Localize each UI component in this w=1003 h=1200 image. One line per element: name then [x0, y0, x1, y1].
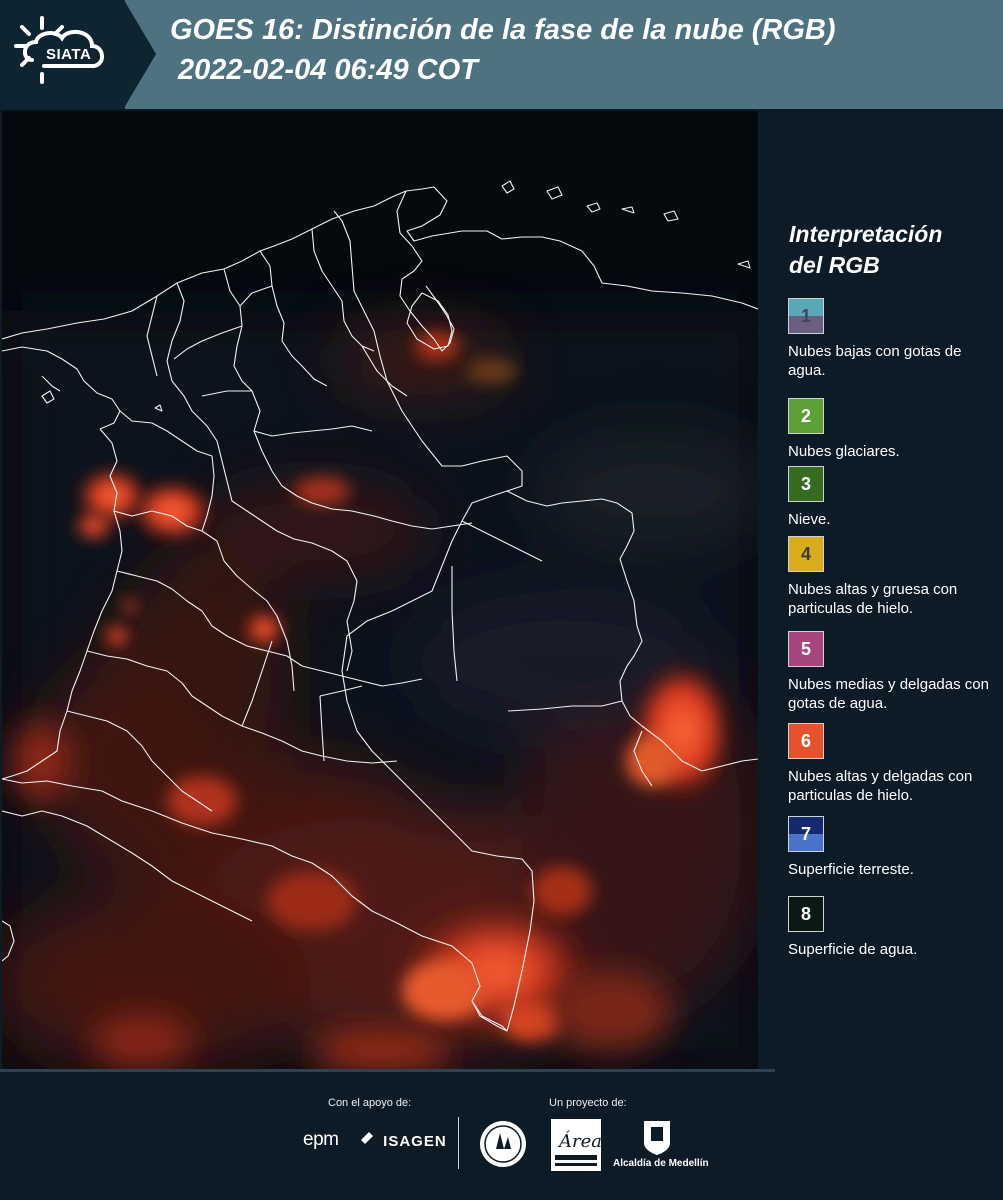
epm-logo: epm: [303, 1129, 339, 1150]
isagen-logo: ISAGEN: [360, 1132, 447, 1150]
legend-item: 1 Nubes bajas con gotas de agua.: [788, 298, 998, 380]
legend-number: 6: [800, 731, 811, 751]
legend-label: Nubes altas y gruesa con particulas de h…: [788, 581, 958, 617]
footer-divider-line: [0, 1069, 775, 1072]
isagen-mark-icon: [361, 1132, 373, 1144]
legend-label: Nubes glaciares.: [788, 443, 900, 460]
map-svg: [2, 111, 758, 1069]
legend-swatch: 8: [788, 896, 824, 932]
legend-swatch: 5: [788, 631, 824, 667]
legend-label: Nubes altas y delgadas con particulas de…: [788, 768, 973, 804]
isagen-text: ISAGEN: [383, 1133, 447, 1150]
legend-label: Nubes bajas con gotas de agua.: [788, 343, 962, 379]
siata-logo[interactable]: SIATA: [0, 0, 125, 109]
legend-swatch: 1: [788, 298, 824, 334]
legend-number: 2: [800, 406, 811, 426]
legend-item: 8 Superficie de agua.: [788, 896, 998, 959]
legend-swatch: 7: [788, 816, 824, 852]
medellin-text: Alcaldía de Medellín: [613, 1158, 709, 1169]
legend-item: 6 Nubes altas y delgadas con particulas d…: [788, 723, 998, 805]
seal-icon: [480, 1121, 526, 1167]
legend-swatch: 6: [788, 723, 824, 759]
legend-title-line2: del RGB: [789, 252, 880, 278]
satellite-map[interactable]: [2, 111, 758, 1069]
svg-text:Área: Área: [557, 1129, 601, 1152]
legend-label: Nubes medias y delgadas con gotas de agu…: [788, 676, 989, 712]
area-metropolitana-logo: Área: [551, 1119, 601, 1171]
footer: Con el apoyo de: Un proyecto de: epm ISA…: [0, 1069, 1003, 1200]
legend-number: 1: [800, 306, 811, 326]
legend-title-line1: Interpretación: [789, 221, 943, 247]
legend-swatch: 4: [788, 536, 824, 572]
legend-item: 7 Superficie terreste.: [788, 816, 998, 879]
legend-panel: Interpretación del RGB 1 Nubes bajas con …: [760, 111, 1003, 1069]
legend-item: 4 Nubes altas y gruesa con particulas de …: [788, 536, 998, 618]
legend-label: Nieve.: [788, 511, 831, 528]
support-label: Con el apoyo de:: [328, 1097, 412, 1109]
legend-number: 7: [800, 824, 811, 844]
legend-swatch: 3: [788, 466, 824, 502]
legend-number: 5: [800, 639, 811, 659]
legend-swatch: 2: [788, 398, 824, 434]
legend-item: 2 Nubes glaciares.: [788, 398, 998, 461]
project-label: Un proyecto de:: [549, 1097, 627, 1109]
medellin-shield-icon: [644, 1121, 670, 1155]
legend-label: Superficie terreste.: [788, 861, 914, 878]
logo-text: SIATA: [46, 46, 92, 63]
page-title: GOES 16: Distinción de la fase de la nub…: [170, 14, 836, 46]
header: SIATA GOES 16: Distinción de la fase de …: [0, 0, 1003, 109]
legend-number: 3: [800, 474, 811, 494]
page-subtitle: 2022-02-04 06:49 COT: [178, 54, 478, 86]
legend-item: 3 Nieve.: [788, 466, 998, 529]
legend-number: 4: [800, 544, 811, 564]
footer-vertical-divider: [458, 1117, 459, 1169]
legend-label: Superficie de agua.: [788, 941, 918, 958]
logo-arrow: [124, 0, 156, 108]
legend-title: Interpretación del RGB: [789, 219, 942, 281]
legend-item: 5 Nubes medias y delgadas con gotas de ag…: [788, 631, 998, 713]
legend-number: 8: [800, 904, 811, 924]
